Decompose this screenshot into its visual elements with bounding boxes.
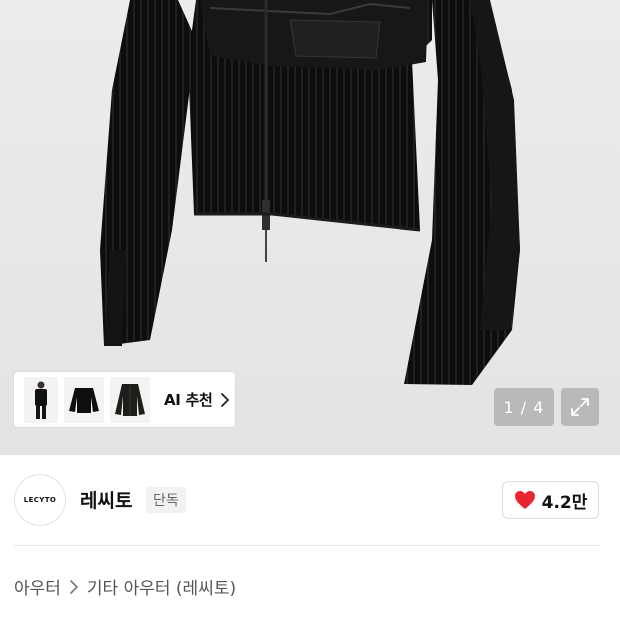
divider [14,545,599,546]
recommend-thumbnail[interactable] [24,376,58,423]
brand-row: LECYTO 레씨토 단독 4.2만 [0,455,620,545]
brand-name[interactable]: 레씨토 [80,486,132,513]
heart-icon [514,491,535,509]
ai-recommend-strip[interactable]: AI 추천 [14,372,235,427]
ai-recommend-label[interactable]: AI 추천 [164,389,213,410]
chevron-right-icon[interactable] [219,392,231,408]
exclusive-badge: 단독 [146,487,186,513]
expand-button[interactable] [561,388,599,426]
chevron-right-icon [69,579,79,595]
recommend-thumbnail[interactable] [64,376,104,423]
like-count: 4.2만 [541,492,588,513]
image-counter: 1 / 4 [494,388,554,426]
like-button[interactable]: 4.2만 [502,481,599,519]
breadcrumb: 아우터 기타 아우터 (레씨토) [14,574,236,599]
product-image-gallery[interactable]: AI 추천 1 / 4 [0,0,620,455]
breadcrumb-item-outer[interactable]: 아우터 [14,574,61,599]
expand-icon [571,398,589,416]
breadcrumb-item-other-outer[interactable]: 기타 아우터 (레씨토) [87,574,236,599]
recommend-thumbnail[interactable] [110,376,150,423]
brand-logo[interactable]: LECYTO [14,474,66,526]
